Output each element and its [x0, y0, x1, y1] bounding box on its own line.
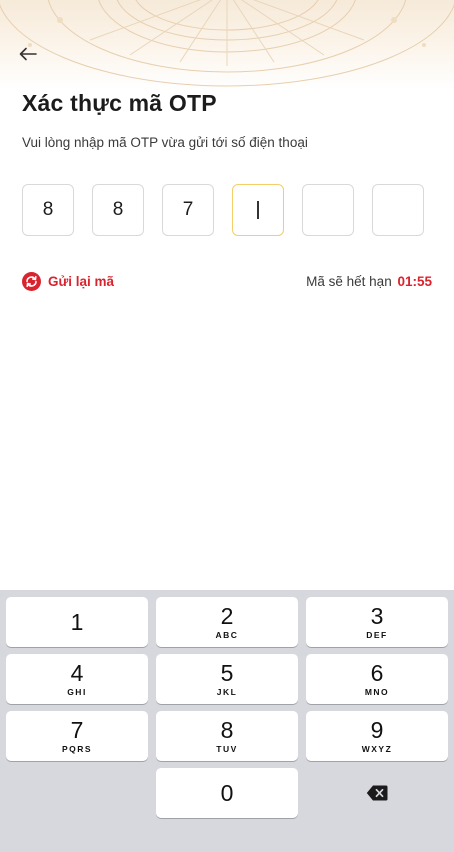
key-letters: WXYZ — [361, 743, 393, 754]
key-letters: ABC — [215, 629, 239, 640]
otp-digit-box-6[interactable] — [372, 184, 424, 236]
key-digit: 7 — [70, 716, 84, 743]
otp-digit-value: 8 — [112, 199, 124, 220]
delete-key[interactable] — [306, 768, 448, 818]
key-digit: 6 — [370, 659, 384, 686]
key-digit: 8 — [220, 716, 234, 743]
resend-code-button[interactable]: Gửi lại mã — [22, 272, 114, 291]
key-2[interactable]: 2 ABC — [156, 597, 298, 647]
key-4[interactable]: 4 GHI — [6, 654, 148, 704]
otp-digit-value: 7 — [182, 199, 194, 220]
key-digit: 5 — [220, 659, 234, 686]
page-subtitle: Vui lòng nhập mã OTP vừa gửi tới số điện… — [22, 135, 308, 150]
key-6[interactable]: 6 MNO — [306, 654, 448, 704]
key-letters: TUV — [216, 743, 238, 754]
otp-digit-box-5[interactable] — [302, 184, 354, 236]
text-cursor — [257, 201, 259, 219]
expiry-info: Mã sẽ hết hạn 01:55 — [306, 274, 432, 289]
key-letters: MNO — [364, 686, 390, 697]
expiry-countdown: 01:55 — [397, 274, 432, 289]
emblem-pattern-icon — [0, 0, 454, 87]
key-digit: 4 — [70, 659, 84, 686]
key-digit: 3 — [370, 602, 384, 629]
otp-digit-box-1[interactable]: 8 — [22, 184, 74, 236]
key-letters: JKL — [216, 686, 238, 697]
key-1[interactable]: 1 — [6, 597, 148, 647]
resend-code-label: Gửi lại mã — [48, 274, 115, 289]
key-empty — [6, 768, 148, 818]
key-digit: 1 — [70, 608, 84, 635]
key-0[interactable]: 0 — [156, 768, 298, 818]
page-title: Xác thực mã OTP — [22, 90, 217, 116]
key-letters: GHI — [67, 686, 87, 697]
arrow-left-icon — [19, 47, 37, 61]
otp-digit-box-4[interactable] — [232, 184, 284, 236]
otp-digit-value: 8 — [42, 199, 54, 220]
numeric-keyboard: 1 2 ABC 3 DEF 4 GHI 5 JKL 6 MNO 7 PQRS 8… — [0, 590, 454, 852]
refresh-icon — [22, 272, 41, 291]
key-letters: DEF — [366, 629, 388, 640]
expiry-label: Mã sẽ hết hạn — [306, 274, 392, 289]
key-digit: 0 — [220, 779, 234, 806]
key-8[interactable]: 8 TUV — [156, 711, 298, 761]
key-digit: 2 — [220, 602, 234, 629]
key-9[interactable]: 9 WXYZ — [306, 711, 448, 761]
key-letters: PQRS — [61, 743, 93, 754]
key-digit: 9 — [370, 716, 384, 743]
otp-digit-box-3[interactable]: 7 — [162, 184, 214, 236]
header-pattern — [0, 0, 454, 90]
key-7[interactable]: 7 PQRS — [6, 711, 148, 761]
backspace-icon — [366, 785, 388, 801]
back-button[interactable] — [14, 40, 42, 68]
otp-digit-box-2[interactable]: 8 — [92, 184, 144, 236]
otp-input-group: 8 8 7 — [22, 184, 424, 236]
key-3[interactable]: 3 DEF — [306, 597, 448, 647]
key-5[interactable]: 5 JKL — [156, 654, 298, 704]
